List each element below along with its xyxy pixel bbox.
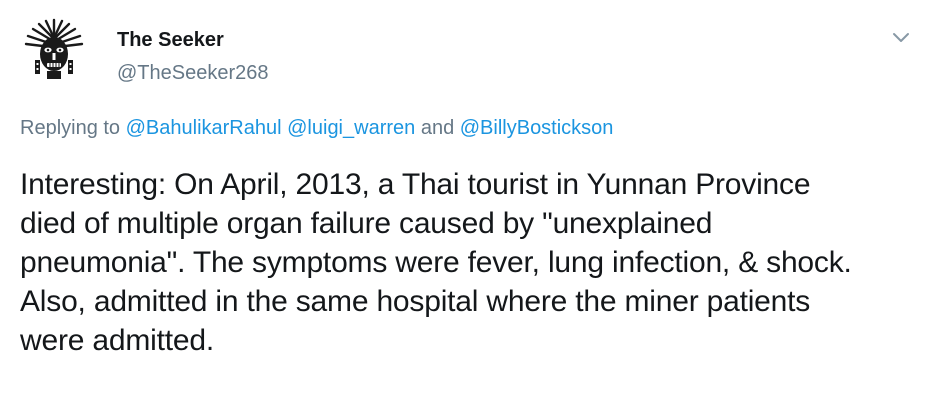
tweet-text: Interesting: On April, 2013, a Thai tour… [20,168,852,357]
chevron-down-icon [893,33,909,42]
tweet-menu-button[interactable] [888,24,914,50]
replying-to: Replying to @BahulikarRahul @luigi_warre… [20,115,613,141]
mention-link[interactable]: @luigi_warren [287,117,415,139]
author-display-name[interactable]: The Seeker [117,28,224,52]
mention-separator: and [415,117,460,139]
avatar[interactable] [20,16,88,84]
tribal-mask-avatar-icon [20,16,88,84]
tweet: The Seeker @TheSeeker268 Replying to @Ba… [0,0,944,405]
author-handle[interactable]: @TheSeeker268 [117,61,269,85]
mention-link[interactable]: @BahulikarRahul [126,117,282,139]
replying-to-label: Replying to [20,117,126,139]
mention-link[interactable]: @BillyBostickson [460,117,614,139]
